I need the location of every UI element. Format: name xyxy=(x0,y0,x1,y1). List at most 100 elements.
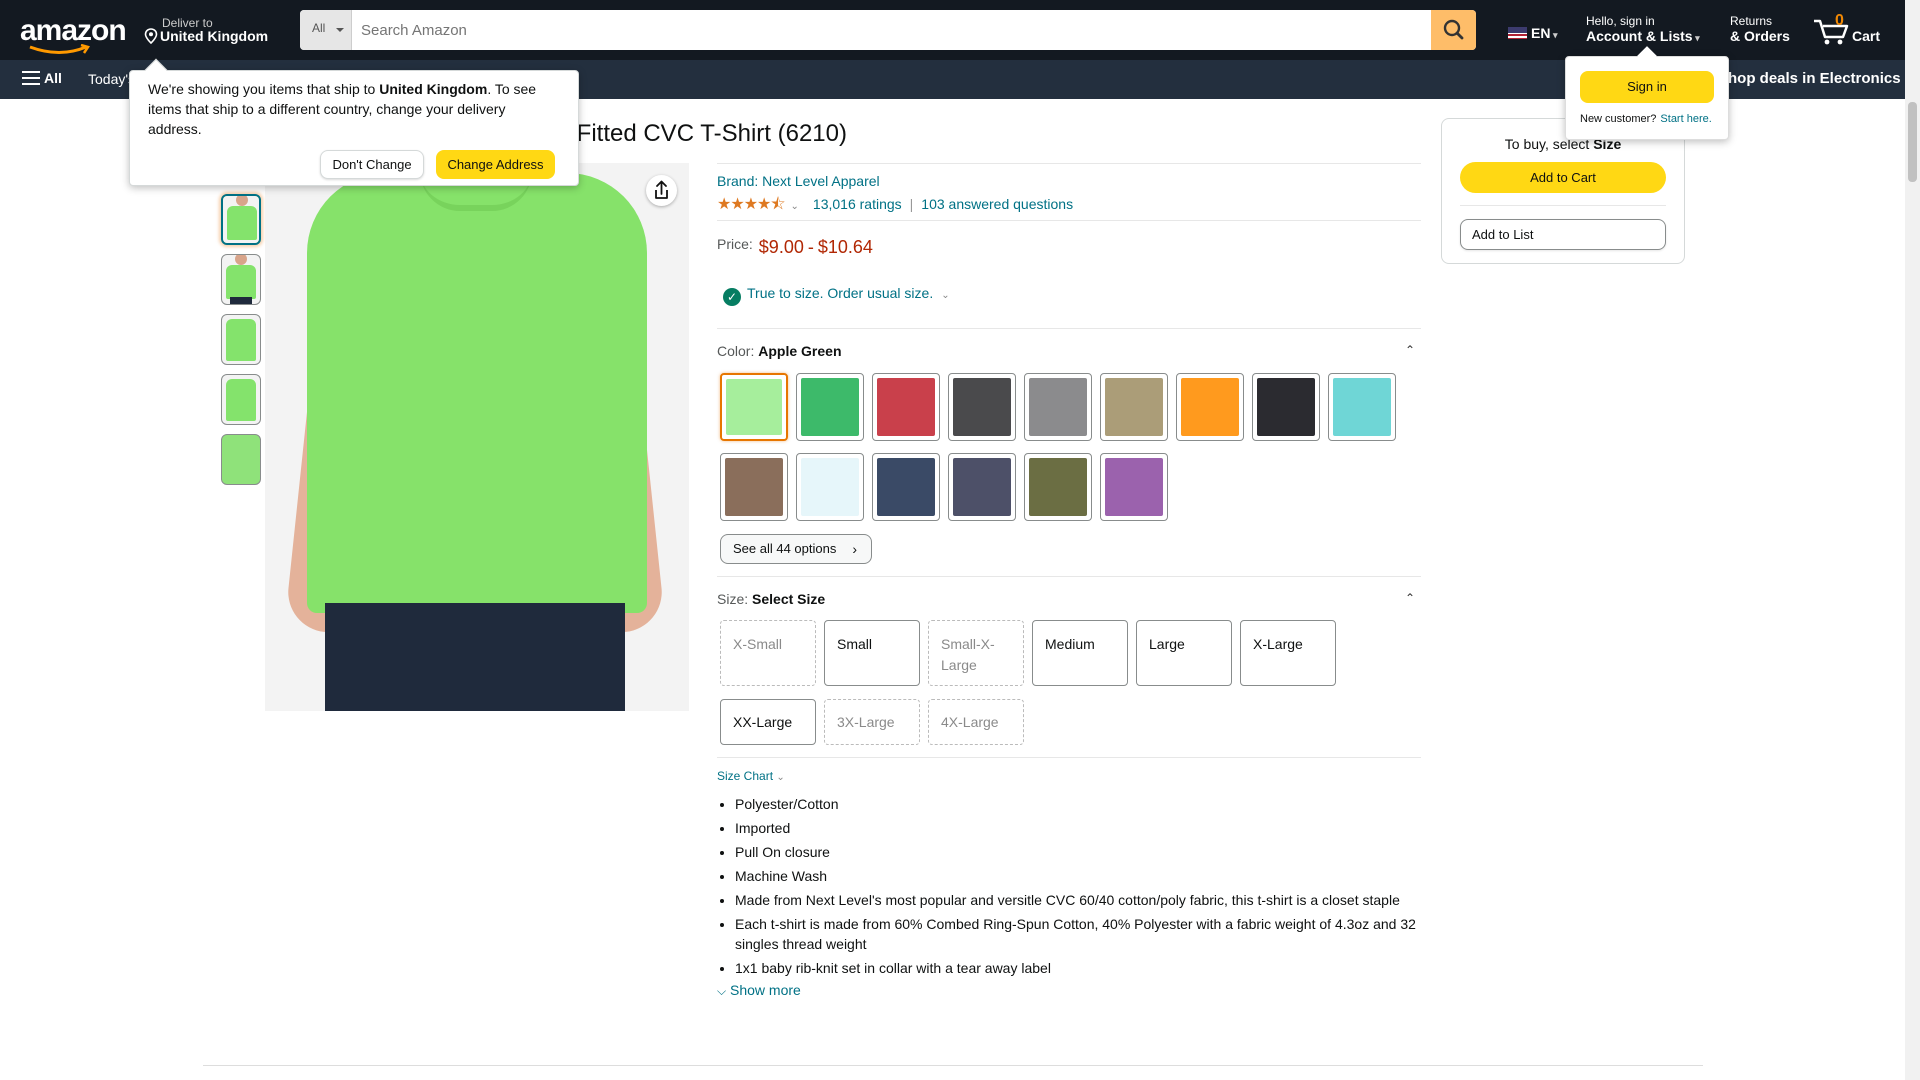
swatch-color xyxy=(726,379,782,435)
color-swatch[interactable] xyxy=(1024,453,1092,521)
search-input[interactable] xyxy=(353,10,1431,50)
swatch-color xyxy=(953,378,1011,436)
chevron-down-icon[interactable]: ⌄ xyxy=(791,201,799,212)
all-menu-button[interactable]: All xyxy=(22,70,62,86)
todays-deals-link[interactable]: Today's xyxy=(88,71,135,87)
electronics-deals-link[interactable]: Shop deals in Electronics xyxy=(1718,70,1901,87)
thumbnail-1[interactable] xyxy=(221,194,261,245)
add-to-cart-button[interactable]: Add to Cart xyxy=(1460,162,1666,193)
thumbnail-5[interactable] xyxy=(221,434,261,485)
chevron-down-icon: ⌄ xyxy=(776,772,785,783)
search-button[interactable] xyxy=(1431,10,1476,50)
account-lists[interactable]: Hello, sign in Account & Lists ▾ xyxy=(1586,14,1700,46)
price-row: Price: $9.00- $10.64 xyxy=(717,236,873,257)
collapse-size-icon[interactable]: ⌃ xyxy=(1404,591,1416,605)
returns-orders[interactable]: Returns & Orders xyxy=(1730,14,1790,44)
add-to-list-button[interactable]: Add to List xyxy=(1460,219,1666,250)
swatch-color xyxy=(1181,378,1239,436)
size-option[interactable]: 4X-Large xyxy=(928,699,1024,745)
thumbnail-3[interactable] xyxy=(221,314,261,365)
swatch-color xyxy=(877,378,935,436)
show-more-link[interactable]: ⌵ Show more xyxy=(717,982,801,999)
swatch-color xyxy=(1105,378,1163,436)
address-country: United Kingdom xyxy=(379,81,488,97)
feature-bullet: Each t-shirt is made from 60% Combed Rin… xyxy=(735,914,1417,954)
color-swatch[interactable] xyxy=(948,373,1016,441)
thumbnail-2[interactable] xyxy=(221,254,261,305)
size-option[interactable]: Large xyxy=(1136,620,1232,686)
size-value: Select Size xyxy=(752,591,826,607)
star-rating-icon[interactable]: ★★★★⯪ xyxy=(717,196,786,213)
share-button[interactable] xyxy=(646,175,677,206)
feature-bullet: Imported xyxy=(735,818,1417,838)
amazon-logo[interactable]: amazon xyxy=(20,14,127,54)
main-product-image[interactable] xyxy=(265,163,689,711)
vertical-scrollbar[interactable] xyxy=(1905,0,1920,1080)
color-swatch[interactable] xyxy=(872,453,940,521)
thumbnail-4[interactable] xyxy=(221,374,261,425)
swatch-color xyxy=(725,458,783,516)
chevron-down-icon: ⌵ xyxy=(717,984,727,998)
chevron-down-icon: ⌄ xyxy=(941,290,950,301)
size-option[interactable]: X-Small xyxy=(720,620,816,686)
collapse-color-icon[interactable]: ⌃ xyxy=(1404,343,1416,357)
search-bar: All xyxy=(300,10,1476,50)
location-pin-icon xyxy=(144,28,158,44)
address-popover: We're showing you items that ship to Uni… xyxy=(129,58,579,186)
fit-indicator[interactable]: ✓ True to size. Order usual size. ⌄ xyxy=(723,285,950,306)
swatch-color xyxy=(877,458,935,516)
divider xyxy=(717,757,1421,758)
ratings-link[interactable]: 13,016 ratings xyxy=(813,196,902,212)
color-swatch[interactable] xyxy=(1024,373,1092,441)
scrollbar-thumb[interactable] xyxy=(1908,102,1917,182)
color-swatch[interactable] xyxy=(1100,373,1168,441)
feature-bullet: Pull On closure xyxy=(735,842,1417,862)
cart-button[interactable]: 0 Cart xyxy=(1812,10,1892,50)
swatch-color xyxy=(953,458,1011,516)
size-option[interactable]: 3X-Large xyxy=(824,699,920,745)
size-option[interactable]: Medium xyxy=(1032,620,1128,686)
color-swatch[interactable] xyxy=(1100,453,1168,521)
rating-row: ★★★★⯪ ⌄ 13,016 ratings | 103 answered questi… xyxy=(717,196,1074,213)
divider xyxy=(1460,205,1666,206)
questions-link[interactable]: 103 answered questions xyxy=(921,196,1073,212)
feature-bullet: Machine Wash xyxy=(735,866,1417,886)
start-here-link[interactable]: Start here. xyxy=(1660,113,1711,125)
new-customer-text: New customer? Start here. xyxy=(1580,113,1712,125)
brand-link[interactable]: Brand: Next Level Apparel xyxy=(717,173,880,189)
dont-change-button[interactable]: Don't Change xyxy=(320,150,424,179)
size-chart-link[interactable]: Size Chart ⌄ xyxy=(717,769,785,783)
see-all-options-button[interactable]: See all 44 options › xyxy=(720,534,872,564)
swatch-color xyxy=(801,458,859,516)
size-option[interactable]: XX-Large xyxy=(720,699,816,745)
size-option[interactable]: Small xyxy=(824,620,920,686)
divider xyxy=(717,220,1421,221)
language-selector[interactable]: EN ▾ xyxy=(1508,25,1557,41)
account-greeting: Hello, sign in xyxy=(1586,14,1655,28)
color-swatch[interactable] xyxy=(720,453,788,521)
size-option[interactable]: Small-X-Large xyxy=(928,620,1024,686)
fit-text: True to size. Order usual size. xyxy=(747,285,934,301)
search-icon xyxy=(1443,19,1464,40)
color-swatch[interactable] xyxy=(1252,373,1320,441)
cart-count: 0 xyxy=(1835,12,1844,29)
divider xyxy=(717,328,1421,329)
top-nav-bar: amazon Deliver to United Kingdom All EN … xyxy=(0,0,1905,60)
color-swatch[interactable] xyxy=(1328,373,1396,441)
color-swatch[interactable] xyxy=(720,373,788,441)
cart-label: Cart xyxy=(1852,28,1881,44)
price-high: $10.64 xyxy=(817,237,873,257)
sign-in-button[interactable]: Sign in xyxy=(1580,71,1714,103)
change-address-button[interactable]: Change Address xyxy=(436,150,555,179)
color-swatch[interactable] xyxy=(872,373,940,441)
color-swatch[interactable] xyxy=(1176,373,1244,441)
search-category-select[interactable]: All xyxy=(300,10,352,50)
footer-divider xyxy=(203,1065,1703,1066)
page: { "header": { "logo": "amazon", "deliver… xyxy=(0,0,1920,1080)
color-swatch[interactable] xyxy=(796,373,864,441)
size-option[interactable]: X-Large xyxy=(1240,620,1336,686)
color-swatch[interactable] xyxy=(796,453,864,521)
swatch-color xyxy=(1105,458,1163,516)
color-swatch[interactable] xyxy=(948,453,1016,521)
share-icon xyxy=(655,180,668,199)
